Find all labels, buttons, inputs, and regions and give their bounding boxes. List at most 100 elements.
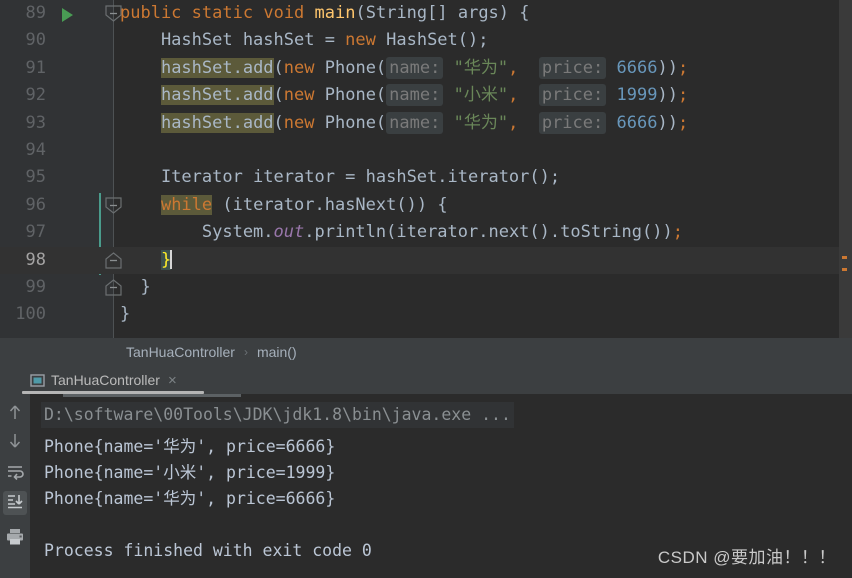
- console-output-line: Process finished with exit code 0: [44, 541, 372, 560]
- code-line[interactable]: 100}: [0, 301, 852, 328]
- code-text: }: [120, 301, 130, 328]
- code-text: }: [120, 247, 173, 274]
- line-number: 93: [25, 112, 46, 133]
- code-token: hashSet.add: [160, 57, 274, 78]
- print-button[interactable]: [3, 526, 27, 550]
- code-token: ;: [672, 222, 683, 243]
- code-token: main: [314, 3, 356, 23]
- arrow-down-icon: [7, 432, 23, 454]
- scroll-down-button[interactable]: [3, 431, 27, 455]
- printer-icon: [5, 527, 25, 550]
- code-token: new: [345, 30, 376, 51]
- code-token: name:: [386, 56, 444, 79]
- soft-wrap-button[interactable]: [3, 462, 27, 486]
- code-line[interactable]: 97 System.out.println(iterator.next().to…: [0, 219, 852, 246]
- code-token: ;: [677, 57, 689, 78]
- intellij-idea-window: 89 public static void main(String[] args)…: [0, 0, 852, 578]
- code-text: hashSet.add(new Phone(name: "华为", price:…: [120, 110, 688, 137]
- code-text: public static void main(String[] args) {: [120, 0, 530, 27]
- code-token: name:: [386, 84, 444, 107]
- code-editor[interactable]: 89 public static void main(String[] args)…: [0, 0, 852, 338]
- code-text: while (iterator.hasNext()) {: [120, 192, 448, 219]
- tab-label: TanHuaController: [51, 372, 160, 388]
- code-line[interactable]: 90 HashSet hashSet = new HashSet();: [0, 27, 852, 54]
- watermark: CSDN @要加油！！！: [657, 548, 836, 567]
- code-token: new: [283, 57, 315, 78]
- code-token: Phone(: [314, 112, 387, 133]
- code-text: hashSet.add(new Phone(name: "华为", price:…: [120, 55, 688, 82]
- close-icon[interactable]: ×: [168, 373, 177, 388]
- code-token: )): [657, 57, 678, 78]
- run-gutter-icon[interactable]: [62, 8, 73, 22]
- text-caret: [170, 249, 173, 269]
- code-line[interactable]: 96 while (iterator.hasNext()) {: [0, 192, 852, 219]
- line-number: 89: [25, 3, 46, 23]
- code-token: (String[] args) {: [355, 3, 530, 23]
- code-token: ;: [677, 85, 689, 106]
- code-token: ,: [508, 112, 519, 133]
- line-number: 92: [25, 85, 46, 106]
- breadcrumb-method[interactable]: main(): [257, 344, 297, 360]
- code-token: }: [120, 304, 131, 325]
- code-token: price:: [538, 84, 607, 107]
- code-token: hashSet.add: [160, 85, 274, 106]
- code-token: 6666: [616, 57, 658, 78]
- console-command-line: D:\software\00Tools\JDK\jdk1.8\bin\java.…: [41, 402, 514, 428]
- tab-tanhuacontroller[interactable]: TanHuaController ×: [22, 366, 185, 394]
- run-tool-window-tabbar: TanHuaController ×: [0, 366, 852, 395]
- scroll-to-end-icon: [6, 493, 24, 513]
- console-icon: [30, 373, 45, 388]
- code-token: hashSet.add: [160, 112, 274, 133]
- code-text: Iterator iterator = hashSet.iterator();: [120, 164, 560, 191]
- breadcrumb-class[interactable]: TanHuaController: [126, 344, 235, 360]
- code-line[interactable]: 89 public static void main(String[] args)…: [0, 0, 852, 27]
- line-number: 94: [25, 140, 46, 160]
- code-token: (: [273, 112, 284, 133]
- line-number: 97: [25, 222, 46, 243]
- code-line[interactable]: 94: [0, 137, 852, 164]
- code-token: new: [283, 85, 315, 106]
- code-line[interactable]: 98 }: [0, 246, 852, 274]
- scroll-to-end-button[interactable]: [3, 491, 27, 515]
- code-token: (: [273, 85, 284, 106]
- warning-stripe-mark[interactable]: [842, 256, 847, 259]
- code-token: new: [283, 112, 315, 133]
- warning-stripe-mark[interactable]: [842, 268, 847, 271]
- code-line[interactable]: 92 hashSet.add(new Phone(name: "小米", pri…: [0, 82, 852, 109]
- code-text: }: [120, 274, 150, 301]
- code-token: (iterator.hasNext()): [212, 194, 438, 215]
- code-line[interactable]: 91 hashSet.add(new Phone(name: "华为", pri…: [0, 55, 852, 82]
- breadcrumb: TanHuaController › main(): [0, 338, 852, 366]
- error-stripe-gutter[interactable]: [839, 0, 852, 338]
- code-line[interactable]: 93 hashSet.add(new Phone(name: "华为", pri…: [0, 110, 852, 137]
- soft-wrap-icon: [6, 464, 24, 484]
- console-scrollbar[interactable]: [63, 394, 241, 397]
- code-token: while: [160, 194, 213, 215]
- code-token: public: [120, 3, 182, 23]
- line-number: 99: [25, 277, 46, 297]
- line-number: 100: [15, 304, 46, 325]
- code-token: {: [437, 194, 448, 215]
- code-token: Iterator iterator = hashSet.iterator();: [120, 167, 561, 188]
- console-output-line: Phone{name='小米', price=1999}: [44, 463, 336, 482]
- scroll-up-button[interactable]: [3, 402, 27, 426]
- code-line[interactable]: 95 Iterator iterator = hashSet.iterator(…: [0, 164, 852, 191]
- code-token: 6666: [616, 112, 658, 133]
- code-token: price:: [538, 56, 607, 79]
- code-token: ;: [677, 112, 689, 133]
- code-token: (: [273, 57, 284, 78]
- code-line[interactable]: 99 }: [0, 274, 852, 301]
- console-output-line: Phone{name='华为', price=6666}: [44, 437, 336, 456]
- code-token: out: [273, 222, 305, 243]
